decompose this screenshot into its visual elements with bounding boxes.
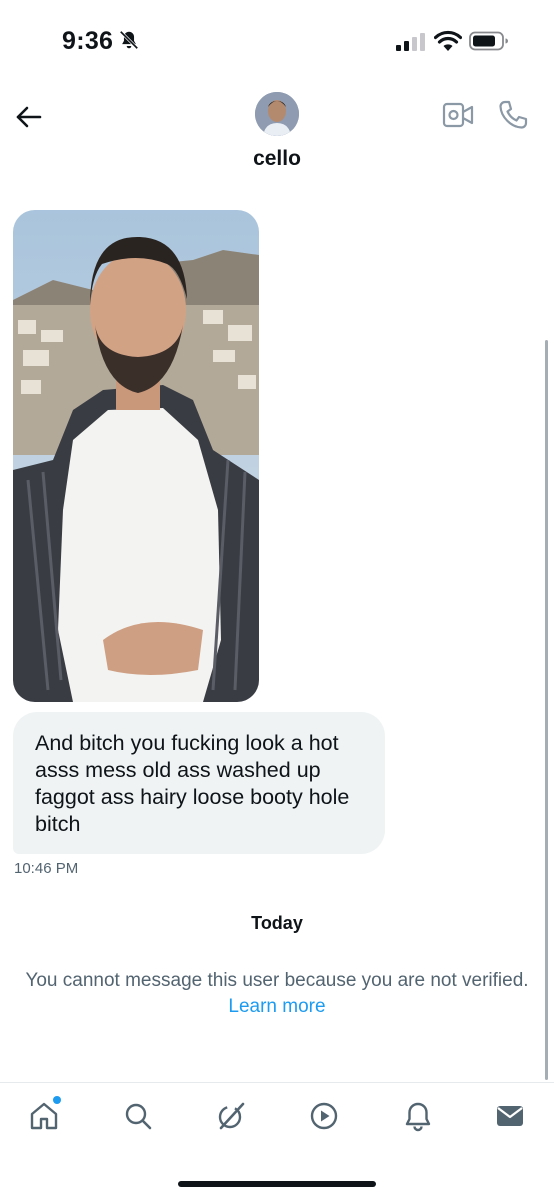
phone-call-icon[interactable] <box>497 99 529 131</box>
day-separator: Today <box>251 913 303 933</box>
bell-off-icon <box>119 30 139 50</box>
message-text: And bitch you fucking look a hot asss me… <box>35 731 350 836</box>
wifi-icon <box>434 30 462 51</box>
home-indicator[interactable] <box>178 1181 376 1187</box>
video-icon[interactable] <box>308 1100 340 1132</box>
grok-icon[interactable] <box>215 1100 247 1132</box>
scrollbar[interactable] <box>545 340 548 1080</box>
search-icon[interactable] <box>122 1100 154 1132</box>
battery-icon <box>469 31 508 51</box>
notice-text: You cannot message this user because you… <box>25 970 529 991</box>
home-badge <box>53 1096 61 1104</box>
video-call-icon[interactable] <box>442 100 474 130</box>
photo-image <box>13 210 259 702</box>
contact-name[interactable]: cello <box>0 147 554 171</box>
messages-icon[interactable] <box>494 1100 526 1132</box>
back-arrow-icon[interactable] <box>14 102 44 132</box>
message-bubble[interactable]: And bitch you fucking look a hot asss me… <box>13 712 385 854</box>
message-timestamp: 10:46 PM <box>14 860 79 877</box>
verification-notice: You cannot message this user because you… <box>20 968 534 1020</box>
avatar[interactable] <box>255 92 299 136</box>
status-time: 9:36 <box>62 27 114 55</box>
notifications-icon[interactable] <box>402 1100 434 1132</box>
photo-message[interactable] <box>13 210 259 702</box>
signal-icon <box>396 33 425 51</box>
home-icon[interactable] <box>28 1100 60 1132</box>
learn-more-link[interactable]: Learn more <box>228 996 325 1017</box>
status-bar: 9:36 <box>0 0 554 80</box>
